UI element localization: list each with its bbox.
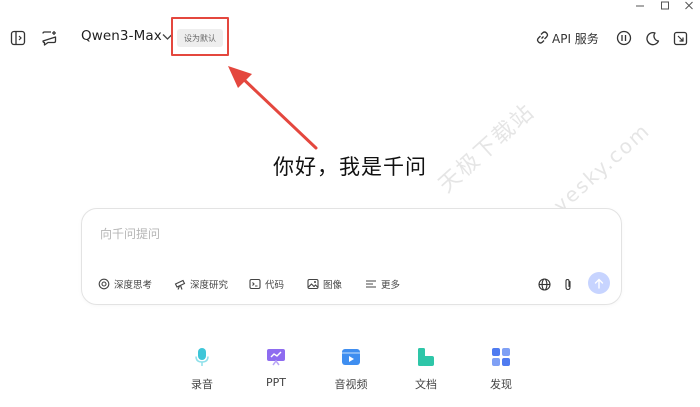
shortcut-recording[interactable]: 录音 <box>172 346 232 392</box>
brain-icon <box>98 278 110 290</box>
speed-button[interactable] <box>615 29 633 47</box>
deep-thinking-button[interactable]: 深度思考 <box>98 276 152 292</box>
shortcut-document[interactable]: 文档 <box>396 346 456 392</box>
image-icon <box>307 278 319 290</box>
shortcut-discover[interactable]: 发现 <box>471 346 531 392</box>
tool-label: 更多 <box>381 280 401 291</box>
new-chat-button[interactable] <box>40 29 58 47</box>
code-button[interactable]: 代码 <box>249 276 284 292</box>
telescope-icon <box>174 279 186 290</box>
model-name: Qwen3-Max <box>81 28 162 44</box>
close-button[interactable] <box>681 0 697 12</box>
maximize-icon <box>661 1 669 10</box>
maximize-button[interactable] <box>657 0 673 12</box>
deep-research-button[interactable]: 深度研究 <box>174 276 228 292</box>
shortcut-label: PPT <box>266 376 286 389</box>
grid-icon <box>490 346 512 368</box>
sidebar-toggle-button[interactable] <box>9 29 27 47</box>
minimize-icon <box>636 5 644 7</box>
chat-input[interactable] <box>100 224 580 244</box>
document-icon <box>415 346 437 368</box>
image-button[interactable]: 图像 <box>307 276 342 292</box>
tool-label: 深度研究 <box>190 280 229 291</box>
arrow-up-icon <box>594 278 604 289</box>
microphone-icon <box>191 346 213 368</box>
sidebar-icon <box>10 30 26 46</box>
moon-icon <box>645 31 659 45</box>
dark-mode-button[interactable] <box>643 29 661 47</box>
attach-button[interactable] <box>561 277 575 291</box>
paperclip-icon <box>565 278 571 290</box>
shortcut-label: 文档 <box>415 378 437 391</box>
globe-icon <box>537 277 551 291</box>
new-chat-icon <box>41 30 56 46</box>
shortcut-audio-video[interactable]: 音视频 <box>321 346 381 392</box>
more-button[interactable]: 更多 <box>365 276 400 292</box>
video-icon <box>340 346 362 368</box>
speed-icon <box>616 30 632 46</box>
link-icon <box>534 29 550 45</box>
code-icon <box>249 278 261 290</box>
minimize-button[interactable] <box>632 0 648 12</box>
annotation-arrow <box>228 66 318 150</box>
expand-window-button[interactable] <box>671 29 689 47</box>
web-search-button[interactable] <box>537 277 551 291</box>
tool-label: 深度思考 <box>114 280 153 291</box>
presentation-icon <box>265 346 287 368</box>
shortcut-label: 发现 <box>490 378 512 391</box>
annotation-highlight-box <box>171 17 229 56</box>
tool-label: 代码 <box>265 280 285 291</box>
shortcut-ppt[interactable]: PPT <box>246 346 306 389</box>
send-button[interactable] <box>588 272 610 294</box>
shortcut-label: 音视频 <box>334 378 368 391</box>
greeting-title: 你好，我是千问 <box>273 155 427 179</box>
watermark-text: 天极下载站 <box>434 99 540 199</box>
expand-icon <box>673 31 687 45</box>
tool-label: 图像 <box>323 280 343 291</box>
shortcut-label: 录音 <box>191 378 213 391</box>
close-icon <box>685 1 693 10</box>
api-service-label: API 服务 <box>552 32 599 46</box>
menu-icon <box>366 280 376 288</box>
